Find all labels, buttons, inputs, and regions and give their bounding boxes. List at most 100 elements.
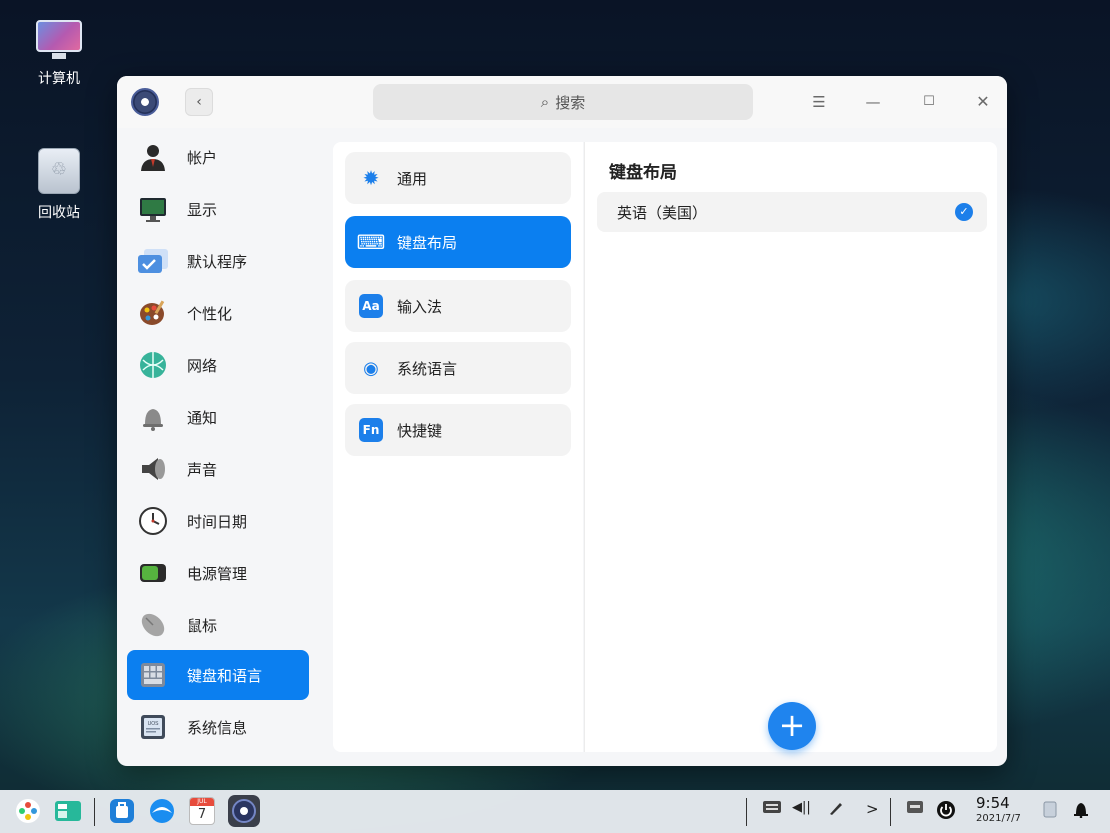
clock-icon <box>135 503 171 539</box>
default-apps-icon <box>135 243 171 279</box>
sidebar-item-label: 键盘和语言 <box>187 666 263 685</box>
search-input[interactable]: ⌕ 搜索 <box>373 84 753 120</box>
close-button[interactable]: ✕ <box>971 90 995 114</box>
volume-icon[interactable]: ◀|| <box>792 800 811 815</box>
menu-button[interactable]: ☰ <box>807 90 831 114</box>
computer-icon <box>34 20 84 60</box>
sidebar-item-label: 显示 <box>187 200 218 219</box>
gear-icon: ✹ <box>362 166 380 190</box>
sidebar-item-label: 声音 <box>187 460 218 479</box>
display-icon <box>135 191 171 227</box>
launcher-button[interactable] <box>12 795 44 827</box>
sidebar-item-power[interactable]: 电源管理 <box>127 548 309 598</box>
clock-date: 2021/7/7 <box>976 813 1021 824</box>
network-icon <box>135 347 171 383</box>
sidebar-item-label: 默认程序 <box>187 252 248 271</box>
fn-key-icon: Fn <box>359 418 383 442</box>
browser-button[interactable] <box>146 795 178 827</box>
add-layout-button[interactable]: + <box>768 702 816 750</box>
desktop-computer-label: 计算机 <box>38 71 80 87</box>
control-center-icon <box>232 799 256 823</box>
layout-list-item[interactable]: 英语（美国） ✓ <box>597 192 987 232</box>
sidebar-item-label: 时间日期 <box>187 512 248 531</box>
sidebar-item-sound[interactable]: 声音 <box>127 444 309 494</box>
notification-bell-icon[interactable] <box>1072 800 1090 822</box>
category-item-label: 系统语言 <box>397 359 458 378</box>
sidebar-item-account[interactable]: 帐户 <box>127 132 309 182</box>
trash-tray-icon[interactable] <box>1042 800 1058 822</box>
category-item-shortcuts[interactable]: Fn 快捷键 <box>345 404 571 456</box>
tray-expand-icon[interactable]: > <box>866 800 879 818</box>
keyboard-tray-icon[interactable] <box>762 800 782 818</box>
control-center-logo-icon <box>131 88 159 116</box>
search-placeholder: 搜索 <box>555 93 586 112</box>
battery-icon <box>135 555 171 591</box>
taskbar: JUL 7 ◀|| > 9:54 2021/7/7 <box>0 790 1110 833</box>
control-center-window: ‹ ⌕ 搜索 ☰ — ☐ ✕ 帐户 显示 默认程序 个性化 网络 通知 声音 时… <box>117 76 1007 766</box>
category-item-label: 输入法 <box>397 297 443 316</box>
speaker-icon <box>135 451 171 487</box>
search-icon: ⌕ <box>540 93 550 111</box>
sidebar-item-notifications[interactable]: 通知 <box>127 392 309 442</box>
category-item-label: 通用 <box>397 169 428 188</box>
back-button[interactable]: ‹ <box>185 88 213 116</box>
launcher-icon <box>16 799 40 823</box>
personalization-icon <box>135 295 171 331</box>
sidebar-item-label: 网络 <box>187 356 218 375</box>
sidebar-item-label: 鼠标 <box>187 616 218 635</box>
desktop-computer[interactable]: 计算机 <box>14 20 104 88</box>
input-method-icon: Aa <box>359 294 383 318</box>
desktop-trash[interactable]: 回收站 <box>14 148 104 222</box>
category-item-input-method[interactable]: Aa 输入法 <box>345 280 571 332</box>
category-item-system-language[interactable]: ◉ 系统语言 <box>345 342 571 394</box>
power-icon[interactable] <box>936 800 956 824</box>
calendar-icon: JUL 7 <box>189 797 215 825</box>
multitask-view-icon <box>55 801 81 821</box>
category-item-general[interactable]: ✹ 通用 <box>345 152 571 204</box>
sidebar-item-system-info[interactable]: UOS 系统信息 <box>127 702 309 752</box>
category-item-keyboard-layout[interactable]: ⌨ 键盘布局 <box>345 216 571 268</box>
trash-icon <box>38 148 80 194</box>
calendar-button[interactable]: JUL 7 <box>186 795 218 827</box>
sidebar-item-label: 通知 <box>187 408 218 427</box>
sidebar-item-keyboard-language[interactable]: 键盘和语言 <box>127 650 309 700</box>
mouse-icon <box>135 607 171 643</box>
minimize-button[interactable]: — <box>861 90 885 114</box>
titlebar: ‹ ⌕ 搜索 ☰ — ☐ ✕ <box>117 76 1007 128</box>
sidebar-item-datetime[interactable]: 时间日期 <box>127 496 309 546</box>
sidebar-item-label: 电源管理 <box>187 564 248 583</box>
keyboard-layout-tray-icon[interactable] <box>906 800 924 818</box>
pen-icon[interactable] <box>828 800 844 820</box>
control-center-taskbar-button[interactable] <box>228 795 260 827</box>
sidebar-item-default-apps[interactable]: 默认程序 <box>127 236 309 286</box>
maximize-button[interactable]: ☐ <box>917 90 941 114</box>
app-store-icon <box>110 799 134 823</box>
keyboard-icon: ⌨ <box>356 230 386 254</box>
sidebar-item-mouse[interactable]: 鼠标 <box>127 600 309 650</box>
sidebar-item-label: 帐户 <box>187 148 218 167</box>
sidebar-item-display[interactable]: 显示 <box>127 184 309 234</box>
browser-icon <box>150 799 174 823</box>
detail-title: 键盘布局 <box>609 163 677 183</box>
detail-panel: 键盘布局 英语（美国） ✓ + <box>584 142 997 752</box>
multitask-button[interactable] <box>52 795 84 827</box>
desktop-trash-label: 回收站 <box>38 205 80 221</box>
bell-icon <box>135 399 171 435</box>
account-icon <box>135 139 171 175</box>
check-icon: ✓ <box>955 203 973 221</box>
category-item-label: 键盘布局 <box>397 233 458 252</box>
sidebar-item-personalization[interactable]: 个性化 <box>127 288 309 338</box>
category-item-label: 快捷键 <box>397 421 443 440</box>
keyboard-language-icon <box>135 657 171 693</box>
category-panel: ✹ 通用 ⌨ 键盘布局 Aa 输入法 ◉ 系统语言 Fn 快捷键 <box>333 142 583 752</box>
globe-icon: ◉ <box>363 357 379 379</box>
sidebar-item-network[interactable]: 网络 <box>127 340 309 390</box>
sidebar-item-label: 系统信息 <box>187 718 248 737</box>
system-info-icon: UOS <box>135 709 171 745</box>
layout-label: 英语（美国） <box>617 203 708 222</box>
svg-text:UOS: UOS <box>148 721 160 727</box>
clock[interactable]: 9:54 2021/7/7 <box>976 794 1021 826</box>
sidebar-item-label: 个性化 <box>187 304 233 323</box>
app-store-button[interactable] <box>106 795 138 827</box>
sidebar: 帐户 显示 默认程序 个性化 网络 通知 声音 时间日期 电源管理 鼠标 键盘和… <box>127 138 311 758</box>
